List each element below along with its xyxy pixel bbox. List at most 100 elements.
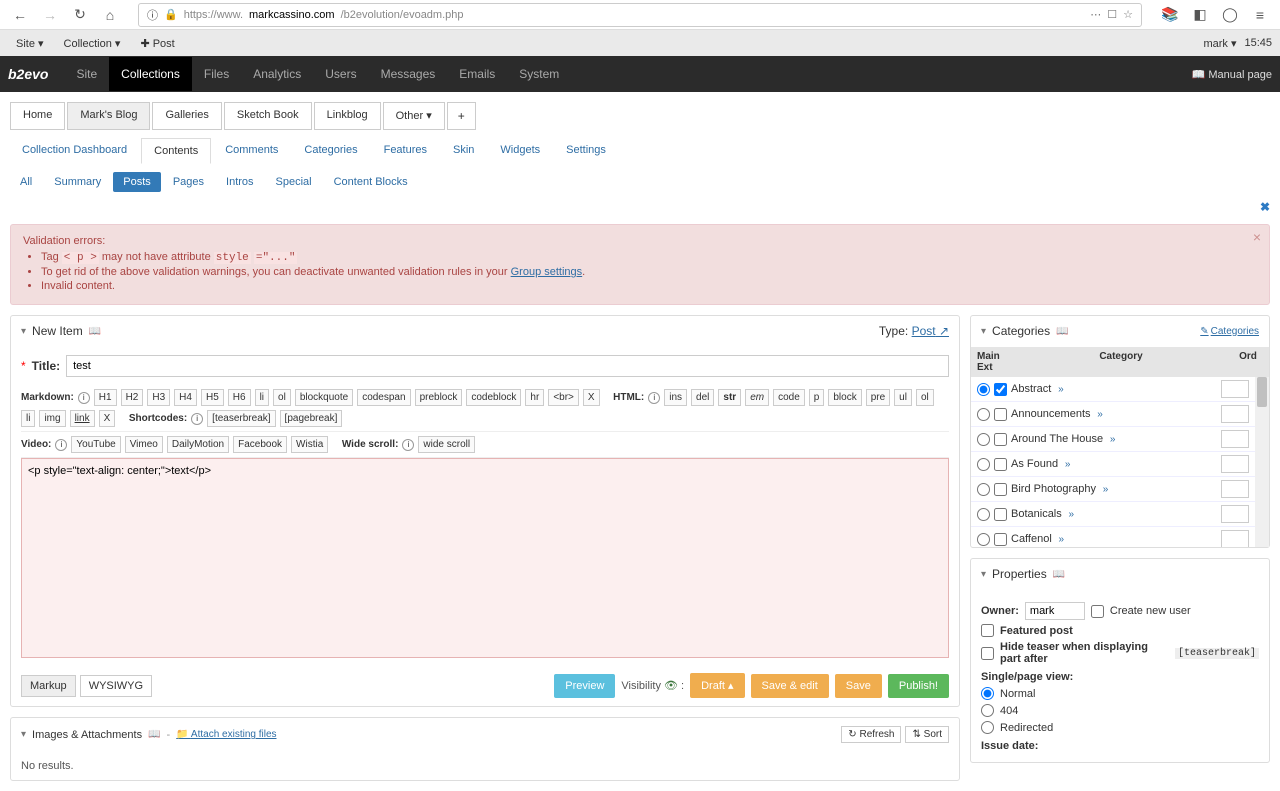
owner-input[interactable] <box>1025 602 1085 620</box>
user-dropdown[interactable]: mark ▾ <box>1203 37 1236 50</box>
md-br[interactable]: <br> <box>548 389 579 406</box>
tab-special[interactable]: Special <box>266 172 322 192</box>
nav-analytics[interactable]: Analytics <box>241 57 313 91</box>
nav-collections[interactable]: Collections <box>109 57 192 91</box>
reader-icon[interactable]: ☐ <box>1107 8 1117 21</box>
nav-emails[interactable]: Emails <box>447 57 507 91</box>
html-block[interactable]: block <box>828 389 861 406</box>
tab-dashboard[interactable]: Collection Dashboard <box>10 138 139 164</box>
sidebar-icon[interactable]: ◧ <box>1188 3 1212 27</box>
sc-pagebreak[interactable]: [pagebreak] <box>280 410 343 427</box>
tab-features[interactable]: Features <box>372 138 439 164</box>
info-icon[interactable]: i <box>402 439 414 451</box>
help-icon[interactable]: 📖 <box>1053 569 1065 580</box>
tab-other[interactable]: Other ▾ <box>383 102 445 130</box>
main-radio[interactable] <box>977 483 990 496</box>
html-ul[interactable]: ul <box>894 389 912 406</box>
html-link[interactable]: link <box>70 410 95 427</box>
chevron-down-icon[interactable]: ▾ <box>21 326 26 337</box>
library-icon[interactable]: 📚 <box>1158 3 1182 27</box>
wysiwyg-tab[interactable]: WYSIWYG <box>80 675 152 697</box>
forward-button[interactable]: → <box>38 3 62 27</box>
html-em[interactable]: em <box>745 389 769 406</box>
html-str[interactable]: str <box>718 389 741 406</box>
featured-checkbox[interactable] <box>981 624 994 637</box>
main-radio[interactable] <box>977 408 990 421</box>
main-radio[interactable] <box>977 508 990 521</box>
category-name[interactable]: As Found » <box>1011 458 1221 470</box>
tab-summary[interactable]: Summary <box>44 172 111 192</box>
chevron-down-icon[interactable]: ▾ <box>981 326 986 337</box>
manual-link[interactable]: 📖 Manual page <box>1192 68 1272 81</box>
nav-site[interactable]: Site <box>64 57 109 91</box>
chevron-down-icon[interactable]: ▾ <box>981 569 986 580</box>
nav-users[interactable]: Users <box>313 57 368 91</box>
md-hr[interactable]: hr <box>525 389 544 406</box>
main-radio[interactable] <box>977 383 990 396</box>
ord-input[interactable] <box>1221 380 1249 398</box>
tab-content-blocks[interactable]: Content Blocks <box>324 172 418 192</box>
ext-checkbox[interactable] <box>994 533 1007 546</box>
category-name[interactable]: Bird Photography » <box>1011 483 1221 495</box>
ord-input[interactable] <box>1221 480 1249 498</box>
vid-facebook[interactable]: Facebook <box>233 436 287 453</box>
eye-icon[interactable]: 👁 <box>664 680 678 692</box>
tab-sketch-book[interactable]: Sketch Book <box>224 102 312 130</box>
nav-messages[interactable]: Messages <box>369 57 448 91</box>
md-preblock[interactable]: preblock <box>415 389 463 406</box>
ext-checkbox[interactable] <box>994 433 1007 446</box>
save-button[interactable]: Save <box>835 674 882 698</box>
html-pre[interactable]: pre <box>866 389 890 406</box>
view-redirected-radio[interactable] <box>981 721 994 734</box>
main-radio[interactable] <box>977 458 990 471</box>
tab-widgets[interactable]: Widgets <box>488 138 552 164</box>
ord-input[interactable] <box>1221 505 1249 523</box>
tab-comments[interactable]: Comments <box>213 138 290 164</box>
md-ol[interactable]: ol <box>273 389 291 406</box>
vid-vimeo[interactable]: Vimeo <box>125 436 163 453</box>
help-icon[interactable]: 📖 <box>89 326 101 337</box>
preview-button[interactable]: Preview <box>554 674 615 698</box>
category-name[interactable]: Botanicals » <box>1011 508 1221 520</box>
md-h4[interactable]: H4 <box>174 389 197 406</box>
ext-checkbox[interactable] <box>994 408 1007 421</box>
ext-checkbox[interactable] <box>994 508 1007 521</box>
html-del[interactable]: del <box>691 389 714 406</box>
nav-system[interactable]: System <box>507 57 571 91</box>
widescroll-btn[interactable]: wide scroll <box>418 436 475 453</box>
category-name[interactable]: Caffenol » <box>1011 533 1221 545</box>
tab-intros[interactable]: Intros <box>216 172 264 192</box>
nav-files[interactable]: Files <box>192 57 241 91</box>
html-img[interactable]: img <box>39 410 65 427</box>
back-button[interactable]: ← <box>8 3 32 27</box>
sc-teaserbreak[interactable]: [teaserbreak] <box>207 410 275 427</box>
menu-icon[interactable]: ≡ <box>1248 3 1272 27</box>
tab-galleries[interactable]: Galleries <box>152 102 221 130</box>
help-icon[interactable]: 📖 <box>148 729 160 740</box>
ext-checkbox[interactable] <box>994 383 1007 396</box>
md-codespan[interactable]: codespan <box>357 389 410 406</box>
ord-input[interactable] <box>1221 530 1249 547</box>
view-404-radio[interactable] <box>981 704 994 717</box>
info-icon[interactable]: i <box>78 392 90 404</box>
hide-teaser-checkbox[interactable] <box>981 647 994 660</box>
tab-posts[interactable]: Posts <box>113 172 161 192</box>
help-icon[interactable]: 📖 <box>1056 326 1068 337</box>
html-li[interactable]: li <box>21 410 35 427</box>
html-x[interactable]: X <box>99 410 116 427</box>
collection-dropdown[interactable]: Collection ▾ <box>56 34 129 53</box>
ext-checkbox[interactable] <box>994 483 1007 496</box>
home-button[interactable]: ⌂ <box>98 3 122 27</box>
more-icon[interactable]: ⋯ <box>1090 8 1101 21</box>
reload-button[interactable]: ↻ <box>68 3 92 27</box>
md-h6[interactable]: H6 <box>228 389 251 406</box>
tab-marks-blog[interactable]: Mark's Blog <box>67 102 150 130</box>
category-name[interactable]: Around The House » <box>1011 433 1221 445</box>
category-name[interactable]: Abstract » <box>1011 383 1221 395</box>
html-ins[interactable]: ins <box>664 389 687 406</box>
categories-scrollbar[interactable] <box>1255 377 1269 547</box>
dismiss-x-icon[interactable]: ✖ <box>1260 200 1270 214</box>
md-h3[interactable]: H3 <box>147 389 170 406</box>
html-p[interactable]: p <box>809 389 825 406</box>
tab-linkblog[interactable]: Linkblog <box>314 102 381 130</box>
